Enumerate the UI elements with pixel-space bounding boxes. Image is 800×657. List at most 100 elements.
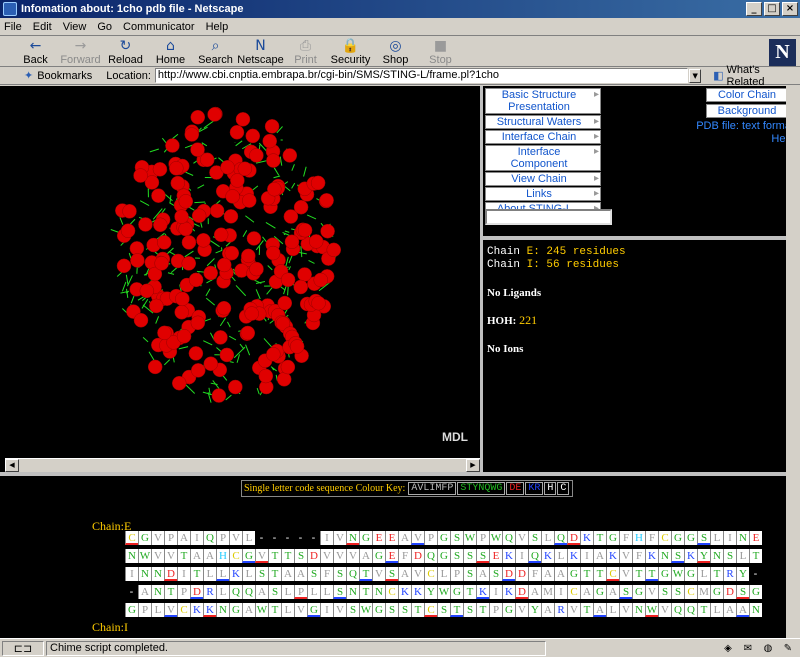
residue[interactable]: Y xyxy=(736,567,749,581)
residue[interactable]: A xyxy=(242,603,255,617)
residue[interactable]: S xyxy=(385,603,398,617)
pdb-text-link[interactable]: PDB file: text format xyxy=(686,120,800,133)
residue[interactable]: I xyxy=(489,585,502,599)
residue[interactable]: C xyxy=(229,549,242,563)
residue[interactable]: T xyxy=(359,585,372,599)
residue[interactable]: T xyxy=(697,603,710,617)
residue[interactable]: Y xyxy=(424,585,437,599)
residue[interactable]: A xyxy=(580,585,593,599)
residue[interactable]: V xyxy=(164,603,177,617)
navigator-icon[interactable]: ◈ xyxy=(720,642,736,655)
residue[interactable]: Q xyxy=(203,531,216,545)
residue[interactable]: T xyxy=(645,567,658,581)
residue[interactable]: H xyxy=(632,531,645,545)
residue[interactable]: V xyxy=(151,531,164,545)
residue[interactable]: D xyxy=(190,585,203,599)
residue[interactable]: Y xyxy=(697,549,710,563)
residue[interactable]: G xyxy=(372,549,385,563)
residue[interactable]: A xyxy=(398,567,411,581)
residue[interactable]: S xyxy=(255,567,268,581)
residue[interactable]: I xyxy=(515,549,528,563)
residue[interactable]: M xyxy=(697,585,710,599)
residue[interactable]: A xyxy=(554,567,567,581)
residue[interactable]: S xyxy=(619,585,632,599)
menu-interface-chain[interactable]: Interface Chain xyxy=(485,130,601,144)
residue[interactable]: S xyxy=(385,567,398,581)
residue[interactable]: H xyxy=(216,549,229,563)
residue[interactable]: N xyxy=(151,567,164,581)
residue[interactable]: I xyxy=(125,567,138,581)
residue[interactable]: V xyxy=(164,549,177,563)
residue[interactable]: N xyxy=(151,585,164,599)
residue[interactable]: I xyxy=(723,531,736,545)
residue[interactable]: W xyxy=(255,603,268,617)
viewer-horizontal-scrollbar[interactable]: ◀ ▶ xyxy=(5,458,480,472)
residue[interactable]: D xyxy=(307,549,320,563)
residue[interactable]: G xyxy=(684,531,697,545)
residue[interactable]: T xyxy=(463,585,476,599)
residue[interactable]: V xyxy=(515,531,528,545)
residue[interactable]: - xyxy=(281,531,294,545)
residue[interactable]: K xyxy=(502,549,515,563)
residue[interactable]: A xyxy=(528,585,541,599)
residue[interactable]: L xyxy=(554,549,567,563)
residue[interactable]: S xyxy=(398,603,411,617)
residue[interactable]: V xyxy=(255,549,268,563)
residue[interactable]: I xyxy=(554,585,567,599)
residue[interactable]: S xyxy=(333,567,346,581)
residue[interactable]: K xyxy=(190,603,203,617)
stop-button[interactable]: ■ Stop xyxy=(419,38,462,66)
residue[interactable]: R xyxy=(723,567,736,581)
residue[interactable]: F xyxy=(632,549,645,563)
residue[interactable]: S xyxy=(476,549,489,563)
residue[interactable]: L xyxy=(216,585,229,599)
residue[interactable]: T xyxy=(268,567,281,581)
discussion-icon[interactable]: ◍ xyxy=(760,642,776,655)
residue[interactable]: G xyxy=(684,567,697,581)
residue[interactable]: I xyxy=(190,531,203,545)
residue[interactable]: I xyxy=(320,603,333,617)
residue[interactable]: E xyxy=(749,531,762,545)
residue[interactable]: K xyxy=(580,531,593,545)
residue[interactable]: G xyxy=(125,603,138,617)
residue[interactable]: V xyxy=(346,549,359,563)
residue[interactable]: G xyxy=(606,531,619,545)
residue[interactable]: L xyxy=(242,531,255,545)
residue[interactable]: P xyxy=(138,603,151,617)
residue[interactable]: N xyxy=(372,585,385,599)
residue[interactable]: T xyxy=(476,603,489,617)
residue[interactable]: K xyxy=(502,585,515,599)
menu-structural-waters[interactable]: Structural Waters xyxy=(485,115,601,129)
residue[interactable]: L xyxy=(736,549,749,563)
protein-structure-render[interactable] xyxy=(5,87,480,458)
residue[interactable]: G xyxy=(242,549,255,563)
residue[interactable]: K xyxy=(684,549,697,563)
residue[interactable]: C xyxy=(684,585,697,599)
residue[interactable]: G xyxy=(593,585,606,599)
residue[interactable]: D xyxy=(411,549,424,563)
residue[interactable]: N xyxy=(749,603,762,617)
residue[interactable]: A xyxy=(541,603,554,617)
residue[interactable]: S xyxy=(463,603,476,617)
background-button[interactable]: Background xyxy=(706,104,788,118)
residue[interactable]: C xyxy=(424,567,437,581)
residue[interactable]: P xyxy=(216,531,229,545)
residue[interactable]: L xyxy=(203,567,216,581)
netscape-button[interactable]: N Netscape xyxy=(237,38,283,66)
residue[interactable]: C xyxy=(606,567,619,581)
residue[interactable]: A xyxy=(255,585,268,599)
residue[interactable]: F xyxy=(320,567,333,581)
residue[interactable]: C xyxy=(424,603,437,617)
scroll-right-icon[interactable]: ▶ xyxy=(466,459,480,472)
residue[interactable]: K xyxy=(203,603,216,617)
minimize-button[interactable]: _ xyxy=(746,2,762,16)
residue[interactable]: S xyxy=(294,549,307,563)
residue[interactable]: A xyxy=(723,603,736,617)
residue[interactable]: S xyxy=(489,567,502,581)
residue[interactable]: N xyxy=(710,549,723,563)
residue[interactable]: A xyxy=(606,585,619,599)
residue[interactable]: Q xyxy=(424,549,437,563)
residue[interactable]: G xyxy=(229,603,242,617)
residue[interactable]: C xyxy=(177,603,190,617)
residue[interactable]: L xyxy=(307,585,320,599)
